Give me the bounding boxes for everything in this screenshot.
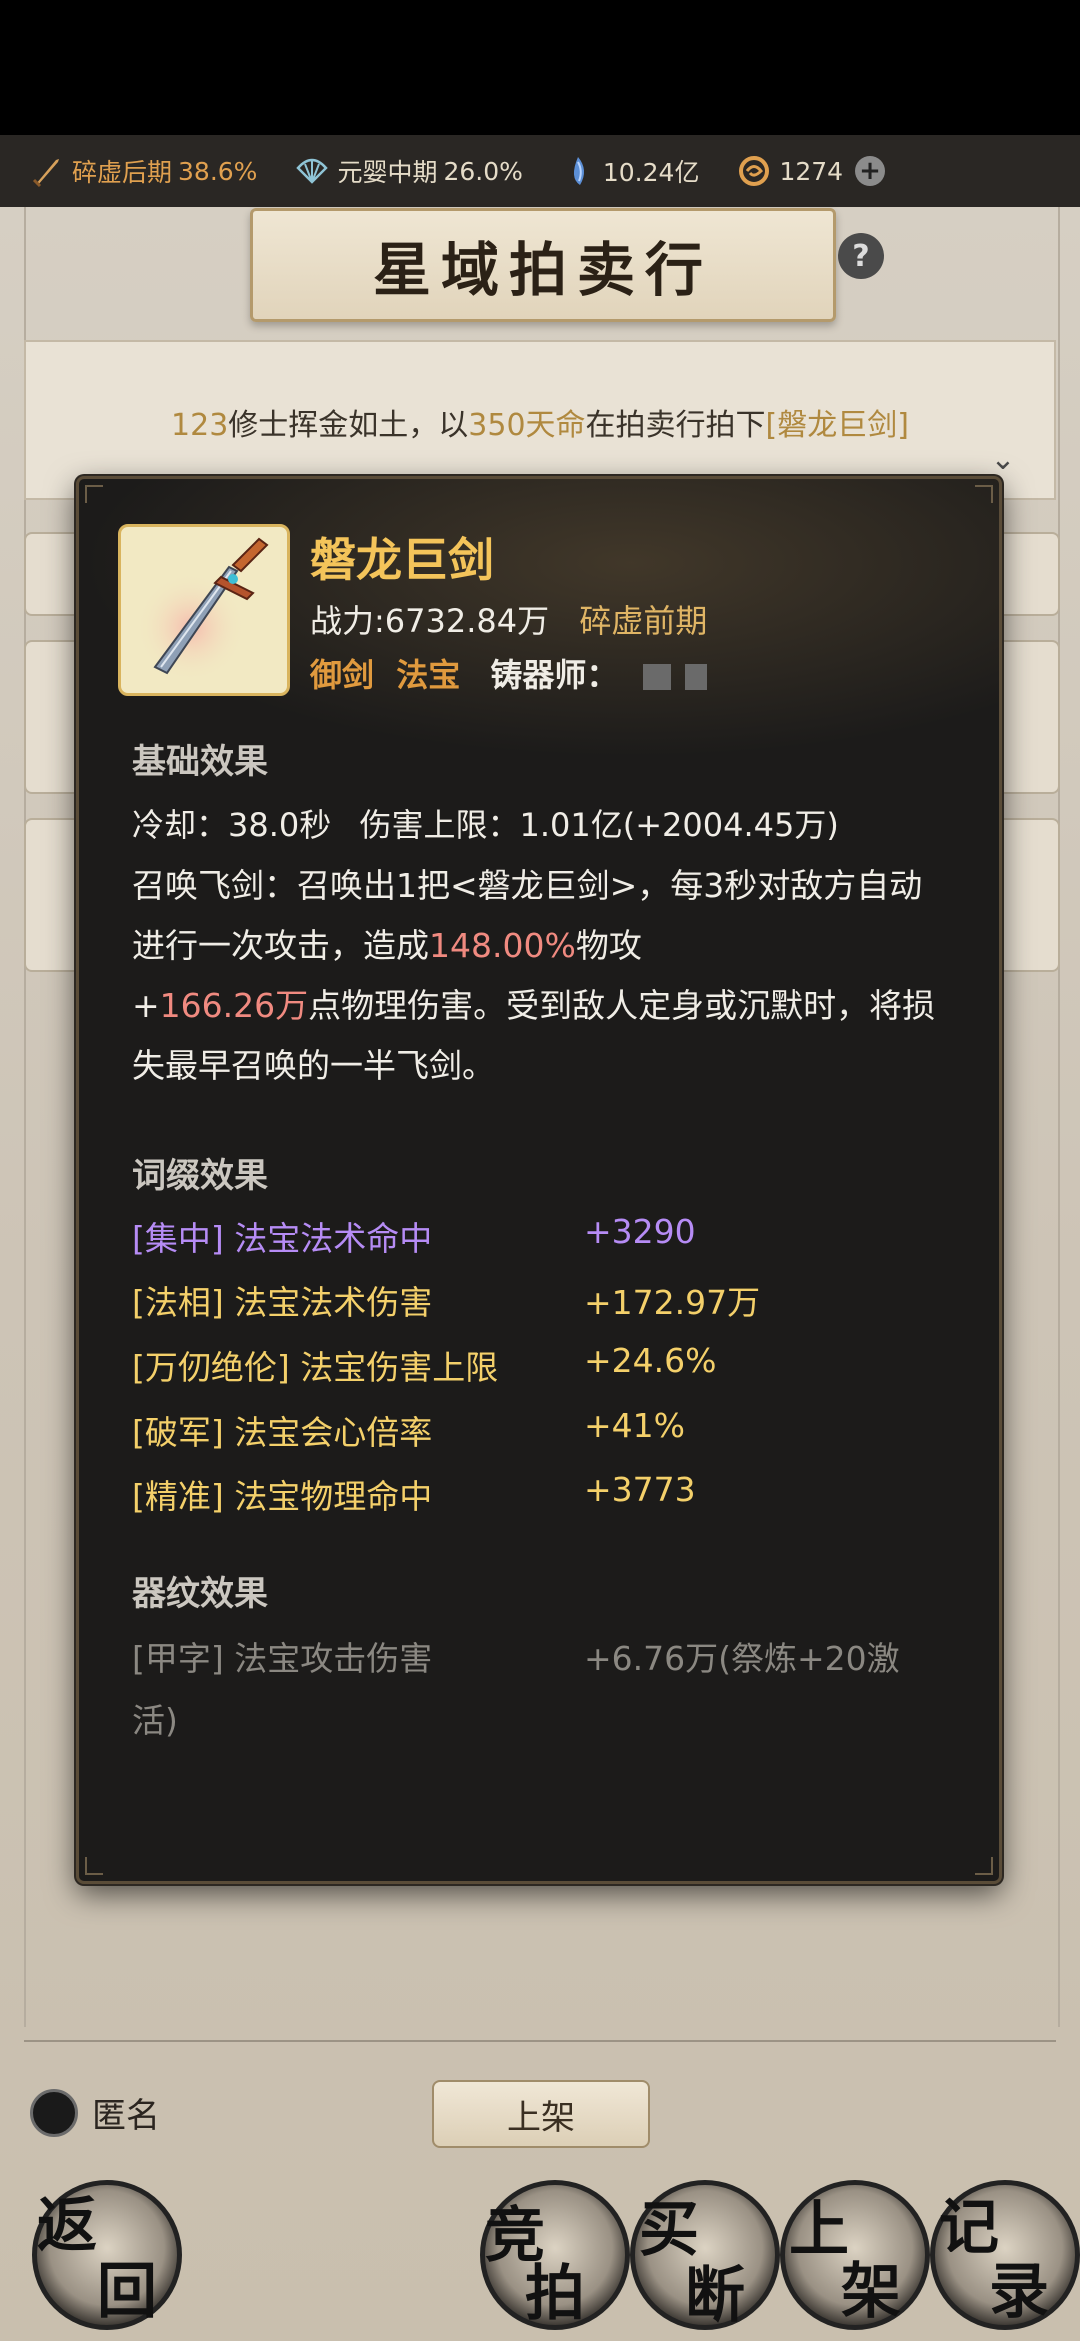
shelf-char-1: 上: [789, 2195, 849, 2265]
auction-notice: 123修士挥金如土，以350天命在拍卖行拍下[磐龙巨剑]: [0, 400, 1080, 444]
currency-value: 1274: [779, 156, 844, 186]
affix-value: +41%: [584, 1406, 685, 1445]
resource-bar: 碎虚后期 38.6% 元婴中期 26.0% 10.24亿 1274 +: [0, 135, 1080, 207]
divider: [24, 2040, 1056, 2042]
redacted-name-block: [684, 664, 707, 690]
desc-plus: +: [132, 986, 160, 1025]
power-label: 战力:: [310, 602, 385, 640]
affix-name: [法相] 法宝法术伤害: [132, 1283, 433, 1322]
spirit-stone-count[interactable]: 10.24亿: [561, 153, 700, 189]
add-currency-button[interactable]: +: [855, 156, 886, 186]
list-item-button[interactable]: 上架: [432, 2080, 650, 2148]
item-power-line: 战力:6732.84万 碎虚前期: [310, 596, 707, 642]
realm-progress-secondary[interactable]: 元婴中期 26.0%: [295, 153, 523, 189]
auction-char-2: 拍: [525, 2259, 585, 2329]
back-button[interactable]: 返 回: [32, 2180, 182, 2330]
skill-description: 召唤飞剑：召唤出1把<磐龙巨剑>，每3秒对敌方自动进行一次攻击，造成148.00…: [132, 856, 952, 1096]
records-char-2: 录: [989, 2257, 1049, 2327]
realm-label-secondary: 元婴中期: [337, 158, 438, 187]
damage-cap-value: 1.01亿(+2004.45万): [519, 806, 839, 844]
realm-progress-main[interactable]: 碎虚后期 38.6%: [30, 153, 257, 189]
affix-value: +24.6%: [584, 1341, 717, 1380]
buyout-tab-button[interactable]: 买 断: [630, 2180, 780, 2331]
item-stage: 碎虚前期: [579, 602, 708, 640]
page-title-banner: 星域拍卖行: [250, 208, 836, 322]
affix-name: [集中] 法宝法术命中: [132, 1219, 433, 1258]
cooldown-label: 冷却：: [132, 806, 229, 844]
affix-effect-header: 词缀效果: [132, 1156, 268, 1196]
redacted-name-block: [642, 664, 671, 690]
affix-value: +172.97万: [584, 1283, 761, 1322]
desc-part-b: 物攻: [575, 926, 642, 965]
smith-label: 铸器师：: [490, 656, 619, 694]
spirit-stone-value: 10.24亿: [602, 158, 700, 187]
desc-damage: 166.26万: [159, 986, 309, 1025]
affix-value: +3773: [584, 1470, 696, 1509]
fan-icon: [296, 158, 329, 184]
notice-item: [磐龙巨剑]: [765, 408, 909, 443]
crystal-icon: [573, 157, 584, 185]
shelf-char-2: 架: [841, 2257, 901, 2327]
item-name: 磐龙巨剑: [310, 533, 494, 587]
shelf-tab-button[interactable]: 上 架: [780, 2180, 930, 2330]
auction-tab-button[interactable]: 竞 拍: [480, 2180, 630, 2330]
sword-icon: [32, 159, 59, 188]
cooldown-line: 冷却：38.0秒 伤害上限：1.01亿(+2004.45万): [132, 800, 839, 846]
records-tab-button[interactable]: 记 录: [930, 2180, 1080, 2330]
anonymous-label: 匿名: [92, 2096, 160, 2136]
back-char-2: 回: [97, 2257, 157, 2327]
item-type-2: 法宝: [396, 656, 461, 694]
notice-text-1: 修士挥金如土，以: [228, 408, 469, 443]
coin-swirl-icon: [739, 156, 770, 186]
notice-text-2: 在拍卖行拍下: [585, 408, 766, 443]
radio-button[interactable]: [30, 2088, 78, 2137]
currency-count[interactable]: 1274 +: [737, 154, 886, 188]
cooldown-value: 38.0秒: [228, 806, 332, 844]
page-title: 星域拍卖行: [372, 236, 713, 304]
item-type-1: 御剑: [310, 656, 375, 694]
realm-label: 碎虚后期: [72, 158, 173, 187]
anonymous-toggle[interactable]: 匿名: [30, 2088, 160, 2137]
buyout-char-2: 断: [685, 2261, 745, 2331]
realm-percent: 38.6%: [178, 156, 258, 186]
pattern-value: +6.76万(祭炼+20激: [584, 1639, 900, 1678]
chevron-down-icon[interactable]: ⌄: [978, 442, 1028, 478]
help-button[interactable]: ?: [838, 233, 884, 279]
realm-percent-secondary: 26.0%: [443, 156, 523, 186]
pattern-value-cont: 活): [132, 1701, 178, 1740]
item-type-line: 御剑 法宝 铸器师：: [310, 650, 707, 696]
desc-percent: 148.00%: [429, 926, 576, 965]
pattern-name: [甲字] 法宝攻击伤害: [132, 1639, 433, 1678]
affix-name: [万仞绝伦] 法宝伤害上限: [132, 1348, 499, 1387]
notice-price: 350天命: [468, 408, 586, 443]
damage-cap-label: 伤害上限：: [359, 806, 520, 844]
affix-name: [破军] 法宝会心倍率: [132, 1413, 433, 1452]
base-effect-header: 基础效果: [132, 742, 268, 782]
affix-value: +3290: [584, 1212, 696, 1251]
notice-count: 123: [171, 408, 229, 443]
item-icon-frame: [118, 524, 290, 696]
pattern-effect-header: 器纹效果: [132, 1574, 268, 1614]
affix-name: [精准] 法宝物理命中: [132, 1477, 433, 1516]
sword-item-icon: [136, 537, 269, 677]
status-bar: [0, 0, 1080, 135]
power-value: 6732.84万: [384, 602, 550, 640]
back-char-1: 返: [37, 2191, 97, 2261]
